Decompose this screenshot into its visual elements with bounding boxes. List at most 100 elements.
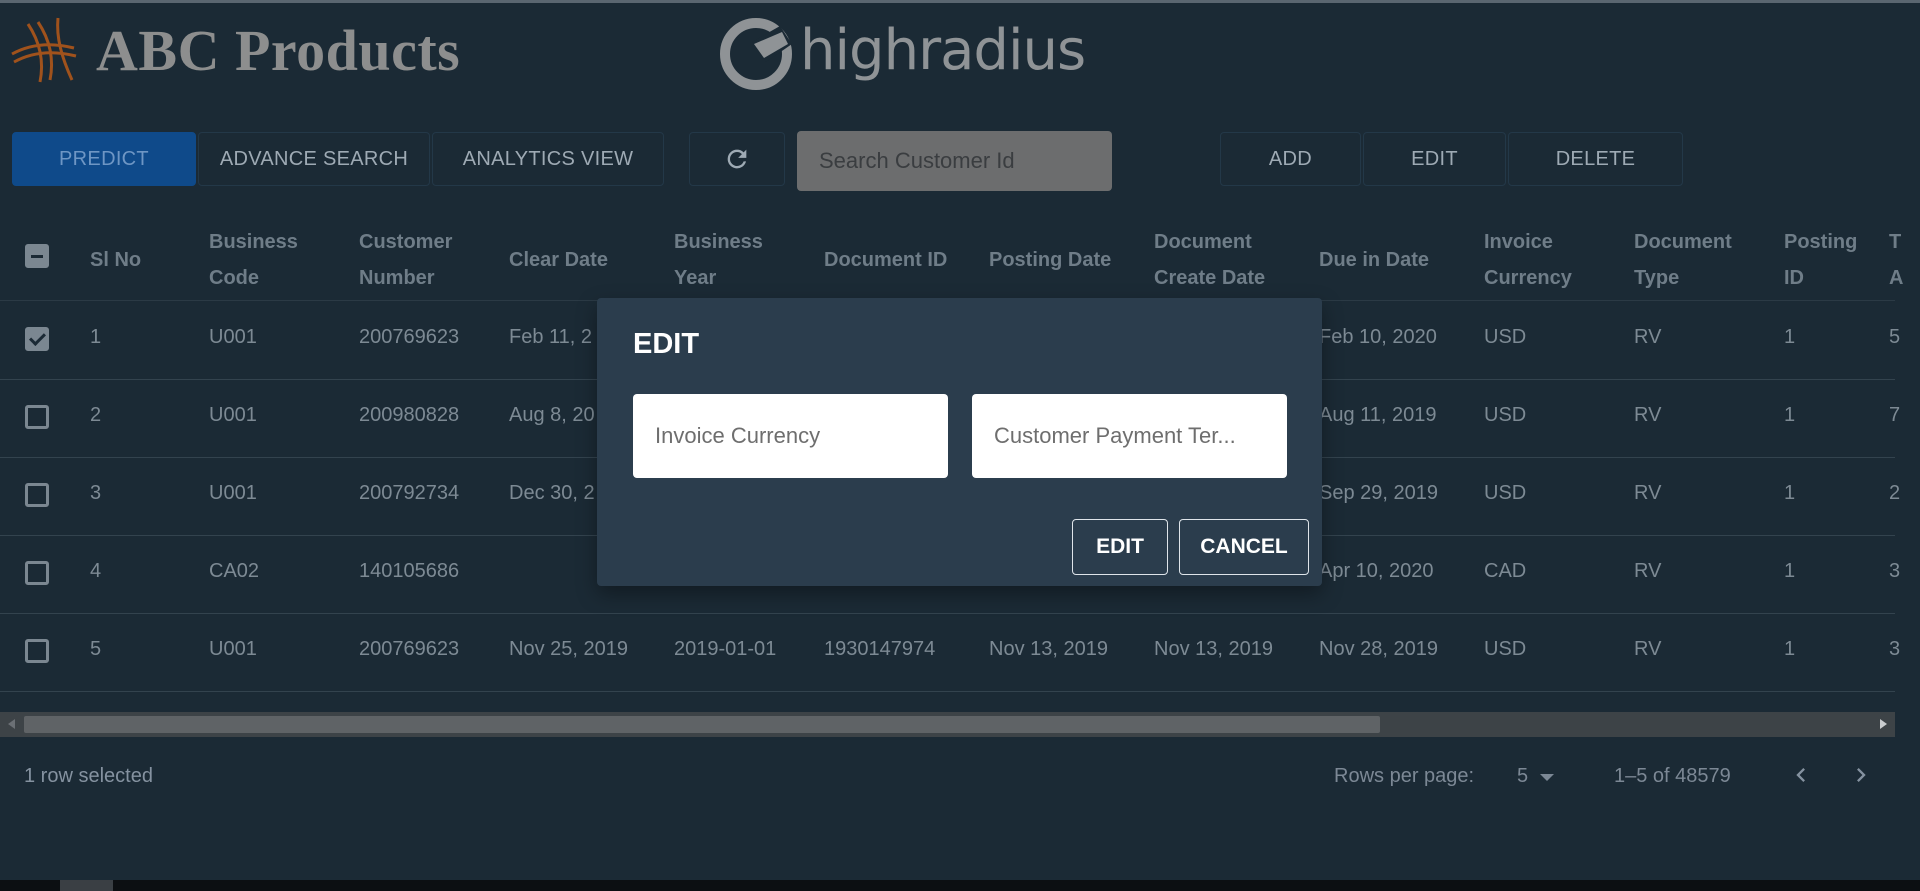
scroll-right-arrow-icon[interactable]: [1880, 719, 1887, 729]
column-header-line: T: [1889, 231, 1902, 253]
invoice-currency-field[interactable]: [633, 394, 948, 478]
column-header-line: Clear Date: [509, 249, 608, 271]
column-header-line: Due in Date: [1319, 249, 1430, 271]
column-header[interactable]: Document ID: [824, 242, 947, 278]
table-cell: USD: [1484, 638, 1527, 660]
table-cell: Apr 10, 2020: [1319, 560, 1434, 582]
table-cell: USD: [1484, 404, 1527, 426]
predict-button[interactable]: PREDICT: [12, 132, 196, 186]
table-cell: 1930147974: [824, 638, 936, 660]
search-customer-input-wrapper[interactable]: [797, 131, 1112, 191]
taskbar-tab[interactable]: [60, 880, 113, 891]
scroll-left-arrow-icon[interactable]: [8, 719, 15, 729]
table-cell: RV: [1634, 638, 1662, 660]
invoice-currency-input[interactable]: [653, 422, 928, 450]
select-all-checkbox[interactable]: [25, 244, 49, 268]
table-cell: RV: [1634, 326, 1662, 348]
table-cell: 5: [90, 638, 102, 660]
delete-button[interactable]: DELETE: [1508, 132, 1683, 186]
column-header-line: A: [1889, 267, 1904, 289]
table-cell: Nov 25, 2019: [509, 638, 628, 660]
column-header[interactable]: Document Type: [1634, 224, 1732, 296]
row-checkbox[interactable]: [25, 561, 49, 585]
table-cell: 1: [1784, 560, 1796, 582]
scrollbar-thumb[interactable]: [24, 716, 1380, 733]
column-header[interactable]: Business Year: [674, 224, 763, 296]
table-cell: Nov 13, 2019: [1154, 638, 1273, 660]
table-cell: U001: [209, 482, 257, 504]
table-row[interactable]: 5 U001 200769623 Nov 25, 2019 2019-01-01 1930…: [0, 613, 1900, 692]
table-cell: RV: [1634, 482, 1662, 504]
column-header-line: Business: [674, 231, 763, 253]
column-header[interactable]: Invoice Currency: [1484, 224, 1572, 296]
table-cell: U001: [209, 638, 257, 660]
table-cell: USD: [1484, 482, 1527, 504]
caret-down-icon[interactable]: [1540, 774, 1554, 781]
table-cell: Feb 10, 2020: [1319, 326, 1437, 348]
table-cell: USD: [1484, 326, 1527, 348]
row-checkbox[interactable]: [25, 639, 49, 663]
column-header-line: Year: [674, 267, 717, 289]
column-header[interactable]: Posting ID: [1784, 224, 1857, 296]
table-footer: 1 row selected Rows per page: 5 1–5 of 4…: [0, 738, 1895, 813]
row-checkbox[interactable]: [25, 327, 49, 351]
horizontal-scrollbar[interactable]: [0, 712, 1895, 737]
analytics-view-button[interactable]: ANALYTICS VIEW: [432, 132, 664, 186]
column-header[interactable]: TA: [1889, 224, 1903, 296]
column-header[interactable]: Clear Date: [509, 242, 608, 278]
row-checkbox[interactable]: [25, 405, 49, 429]
table-cell: 200769623: [359, 326, 460, 348]
rows-per-page-select[interactable]: 5: [1517, 765, 1528, 788]
dialog-cancel-button[interactable]: CANCEL: [1179, 519, 1309, 575]
edit-button[interactable]: EDIT: [1363, 132, 1506, 186]
column-header[interactable]: Business Code: [209, 224, 298, 296]
customer-payment-terms-input[interactable]: [992, 422, 1267, 450]
column-header-line: Sl No: [90, 249, 142, 271]
column-header[interactable]: Sl No: [90, 242, 141, 278]
table-cell: U001: [209, 404, 257, 426]
brand-name: ABC Products: [96, 18, 461, 83]
table-cell: Nov 13, 2019: [989, 638, 1108, 660]
column-header[interactable]: Document Create Date: [1154, 224, 1265, 296]
table-cell: 2: [90, 404, 102, 426]
table-cell: Dec 30, 2: [509, 482, 595, 504]
table-cell: U001: [209, 326, 257, 348]
table-cell: 1: [1784, 326, 1796, 348]
column-header[interactable]: Customer Number: [359, 224, 452, 296]
chevron-left-icon[interactable]: [1787, 760, 1815, 790]
column-header-line: Customer: [359, 231, 453, 253]
row-checkbox[interactable]: [25, 483, 49, 507]
table-cell: 200769623: [359, 638, 460, 660]
column-header-line: Type: [1634, 267, 1680, 289]
table-cell: 1: [90, 326, 102, 348]
column-header-line: Currency: [1484, 267, 1572, 289]
table-cell: Feb 11, 2: [509, 326, 593, 348]
table-cell: Aug 8, 20: [509, 404, 595, 426]
refresh-button[interactable]: [689, 132, 785, 186]
table-cell: Nov 28, 2019: [1319, 638, 1438, 660]
column-header[interactable]: Due in Date: [1319, 242, 1429, 278]
column-header-line: Document: [1154, 231, 1252, 253]
table-cell: 2019-01-01: [674, 638, 777, 660]
table-cell: RV: [1634, 404, 1662, 426]
table-cell: CA02: [209, 560, 260, 582]
column-header-line: Document: [1634, 231, 1732, 253]
column-header-line: Posting Date: [989, 249, 1112, 271]
taskbar-strip: [0, 880, 1920, 891]
table-cell: RV: [1634, 560, 1662, 582]
dialog-edit-button[interactable]: EDIT: [1072, 519, 1168, 575]
column-header-line: Create Date: [1154, 267, 1266, 289]
customer-payment-terms-field[interactable]: [972, 394, 1287, 478]
table-cell: 1: [1784, 482, 1796, 504]
table-cell: 1: [1784, 638, 1796, 660]
column-header[interactable]: Posting Date: [989, 242, 1111, 278]
advance-search-button[interactable]: ADVANCE SEARCH: [198, 132, 430, 186]
table-cell: 4: [90, 560, 102, 582]
add-button[interactable]: ADD: [1220, 132, 1361, 186]
search-customer-input[interactable]: [817, 147, 1112, 175]
chevron-right-icon[interactable]: [1847, 760, 1875, 790]
dialog-title: EDIT: [633, 328, 700, 360]
table-cell: 3: [1889, 560, 1901, 582]
column-header-line: Posting: [1784, 231, 1858, 253]
selection-count: 1 row selected: [24, 765, 153, 787]
